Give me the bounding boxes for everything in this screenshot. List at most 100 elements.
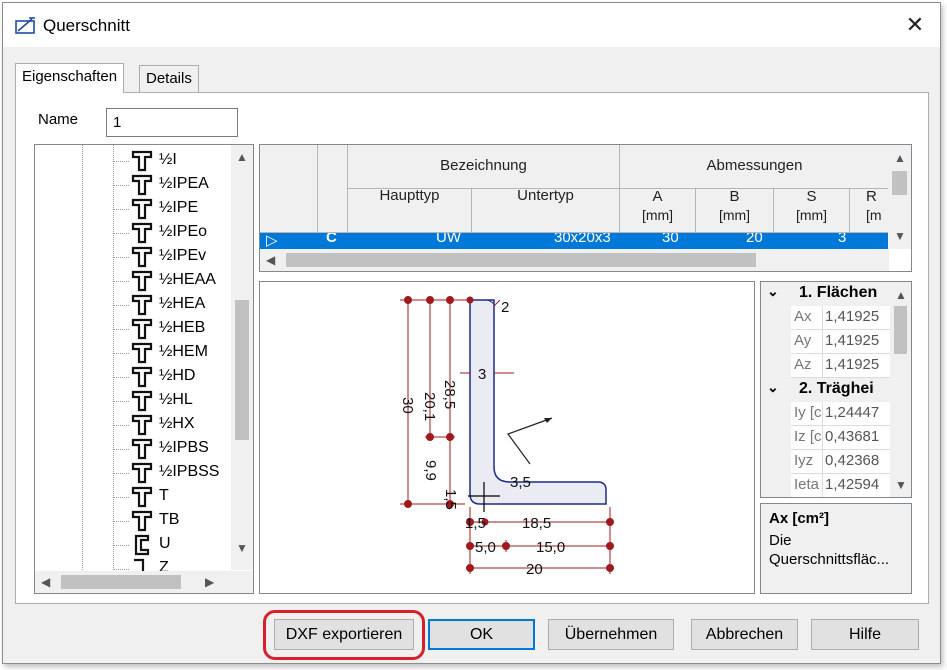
category-label: 1. Flächen [799, 284, 878, 301]
label-dim-1-5-horizontal: 1,5 [465, 515, 486, 532]
table-row-selected[interactable]: ▷ C UW 30x20x3 30 20 3 [260, 233, 889, 249]
t-profile-icon [131, 438, 153, 460]
scroll-thumb[interactable] [892, 171, 907, 195]
column-header-untertyp[interactable]: Untertyp [472, 187, 620, 233]
profile-grid[interactable]: Bezeichnung Abmessungen Haupttyp Unterty… [259, 144, 912, 272]
tree-item[interactable]: ½IPBS [113, 437, 233, 461]
label-radius-inner: 3,5 [510, 474, 531, 491]
tree-vertical-scrollbar[interactable]: ▲ ▼ [231, 145, 253, 570]
tree-item[interactable]: TB [113, 509, 233, 533]
scroll-thumb[interactable] [61, 575, 181, 589]
help-button[interactable]: Hilfe [811, 619, 919, 650]
column-unit: [mm] [795, 207, 828, 223]
property-row[interactable]: Iyz 0,42368 [761, 450, 891, 474]
tree-item-label: ½HEB [159, 319, 206, 336]
tree-item-label: TB [159, 511, 180, 528]
property-row[interactable]: Ax 1,41925 [761, 306, 891, 330]
tree-item[interactable]: ½HEAA [113, 269, 233, 293]
scroll-right-icon[interactable]: ▶ [205, 575, 214, 589]
tree-item[interactable]: ½HD [113, 365, 233, 389]
scroll-thumb[interactable] [235, 300, 249, 440]
scroll-up-icon[interactable]: ▲ [894, 151, 906, 165]
tree-item[interactable]: ½HEM [113, 341, 233, 365]
label-dim-15-0: 15,0 [536, 539, 565, 556]
tree-item[interactable]: ½HEB [113, 317, 233, 341]
scroll-thumb[interactable] [286, 253, 756, 267]
tab-details[interactable]: Details [139, 65, 199, 93]
scroll-up-icon[interactable]: ▲ [895, 288, 907, 302]
tree-item[interactable]: ½HX [113, 413, 233, 437]
column-unit: [mm] [641, 207, 674, 223]
t-profile-icon [131, 150, 153, 172]
profile-tree[interactable]: ½I ½IPEA ½IPE ½IPEo ½IPEv ½HEAA ½HEA ½HEB ½HEM ½H… [34, 144, 254, 594]
scroll-down-icon[interactable]: ▼ [236, 541, 248, 555]
property-row[interactable]: Iy [c 1,24447 [761, 402, 891, 426]
code-column-header [318, 145, 348, 233]
tab-eigenschaften[interactable]: Eigenschaften [15, 63, 125, 93]
close-button[interactable]: ✕ [900, 11, 930, 41]
cross-section-drawing: 2 3 3,5 20,1 28,5 30 9,9 1,5 1,5 18,5 5,… [259, 281, 755, 594]
property-row[interactable]: Ay 1,41925 [761, 330, 891, 354]
property-grid[interactable]: ⌄ 1. Flächen Ax 1,41925 Ay 1,41925 Az 1,… [760, 281, 912, 498]
t-profile-icon [131, 486, 153, 508]
t-profile-icon [131, 462, 153, 484]
column-header-b[interactable]: B [mm] [696, 188, 774, 233]
column-header-a[interactable]: A [mm] [620, 188, 696, 233]
scroll-down-icon[interactable]: ▼ [895, 478, 907, 492]
dxf-export-button[interactable]: DXF exportieren [274, 619, 414, 650]
property-row[interactable]: Az 1,41925 [761, 354, 891, 378]
tree-item[interactable]: ½IPBSS [113, 461, 233, 485]
property-value: 1,42594 [825, 476, 880, 493]
cell-a: 30 [662, 233, 679, 246]
tree-item[interactable]: U [113, 533, 233, 557]
ok-button[interactable]: OK [428, 619, 535, 650]
tree-item-label: ½HEAA [159, 271, 216, 288]
scroll-up-icon[interactable]: ▲ [236, 150, 248, 164]
tree-item[interactable]: ½IPEo [113, 221, 233, 245]
tree-horizontal-scrollbar[interactable]: ◀ ▶ [35, 571, 253, 593]
cross-section-app-icon [15, 17, 35, 34]
category-traegheit[interactable]: ⌄ 2. Träghei [761, 378, 891, 402]
column-header-haupttyp[interactable]: Haupttyp [348, 187, 472, 233]
chevron-down-icon[interactable]: ⌄ [767, 379, 779, 396]
column-title: R [866, 188, 877, 205]
property-row[interactable]: Iz [c 0,43681 [761, 426, 891, 450]
name-input[interactable] [106, 108, 238, 137]
property-name: Ieta [791, 474, 823, 497]
property-value: 1,41925 [825, 308, 880, 325]
scroll-left-icon[interactable]: ◀ [41, 575, 50, 589]
column-header-r[interactable]: R [m [850, 188, 890, 233]
grid-vertical-scrollbar[interactable]: ▲ ▼ [888, 145, 911, 249]
category-flaechen[interactable]: ⌄ 1. Flächen [761, 282, 891, 306]
description-text-line: Querschnittsfläc... [769, 551, 890, 568]
grid-horizontal-scrollbar[interactable]: ◀ [260, 249, 889, 271]
tree-item[interactable]: ½HL [113, 389, 233, 413]
scroll-down-icon[interactable]: ▼ [894, 229, 906, 243]
tree-guide-line [82, 145, 83, 570]
tree-item-label: ½IPEo [159, 223, 208, 240]
column-title: B [729, 188, 740, 205]
tree-item[interactable]: ½HEA [113, 293, 233, 317]
tree-item[interactable]: ½IPEA [113, 173, 233, 197]
column-unit: [m [866, 207, 882, 223]
tree-item-label: ½IPBS [159, 439, 209, 456]
tree-item[interactable]: ½IPEv [113, 245, 233, 269]
cancel-button[interactable]: Abbrechen [691, 619, 798, 650]
cell-haupttyp: UW [436, 233, 461, 246]
category-label: 2. Träghei [799, 380, 874, 397]
property-name: Iz [c [791, 426, 823, 450]
tree-item[interactable]: ½I [113, 149, 233, 173]
tree-item[interactable]: ½IPE [113, 197, 233, 221]
chevron-down-icon[interactable]: ⌄ [767, 283, 779, 300]
tree-item[interactable]: T [113, 485, 233, 509]
label-thickness: 3 [478, 366, 486, 383]
scroll-thumb[interactable] [894, 306, 907, 354]
scroll-left-icon[interactable]: ◀ [266, 253, 275, 267]
column-header-s[interactable]: S [mm] [774, 188, 850, 233]
tree-item-label: ½HEM [159, 343, 208, 360]
apply-button[interactable]: Übernehmen [548, 619, 674, 650]
property-vertical-scrollbar[interactable]: ▲ ▼ [890, 282, 911, 497]
label-dim-9-9: 9,9 [422, 460, 439, 481]
u-profile-icon [131, 534, 153, 556]
property-row[interactable]: Ieta 1,42594 [761, 474, 891, 497]
